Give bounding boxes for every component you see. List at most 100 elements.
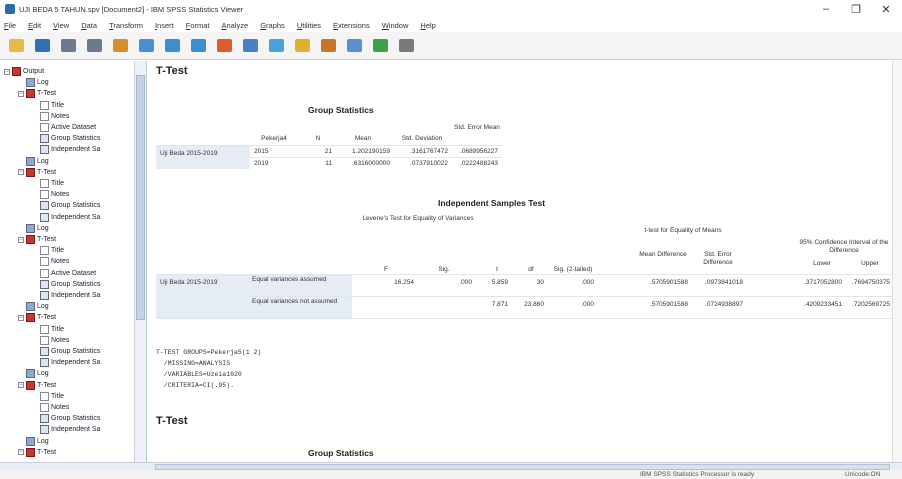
nav-item-output[interactable]: Output (12, 67, 44, 76)
nav-item-notes[interactable]: Notes (40, 335, 69, 345)
spelling-icon[interactable] (344, 36, 364, 56)
levene-header: Levene's Test for Equality of Variances (362, 215, 474, 222)
menu-analyze[interactable]: Analyze (222, 21, 249, 30)
nav-item-notes[interactable]: Notes (40, 257, 69, 267)
nav-item-group-statistics[interactable]: Group Statistics (40, 201, 100, 211)
output-vertical-scrollbar[interactable] (892, 61, 902, 462)
nav-item-title[interactable]: Title (40, 391, 64, 401)
nav-item-log[interactable]: Log (26, 369, 49, 379)
nav-item-title[interactable]: Title (40, 100, 64, 110)
insert-output-icon[interactable] (292, 36, 312, 56)
maximize-button[interactable]: ❐ (842, 0, 870, 18)
nav-item-title[interactable]: Title (40, 179, 64, 188)
nav-item-notes[interactable]: Notes (40, 190, 69, 200)
nav-item-label: T-Test (37, 448, 57, 456)
open-icon[interactable] (6, 36, 26, 56)
redo-icon[interactable] (188, 36, 208, 56)
menu-utilities[interactable]: Utilities (297, 21, 321, 30)
goto-case-icon[interactable] (214, 36, 234, 56)
navigator-scroll-thumb[interactable] (136, 75, 145, 320)
collapse-toggle-icon[interactable]: − (18, 449, 24, 456)
menu-data[interactable]: Data (81, 21, 97, 30)
goto-data-icon[interactable] (136, 36, 156, 56)
menu-insert[interactable]: Insert (155, 21, 174, 30)
nav-item-label: T-Test (37, 236, 57, 243)
collapse-toggle-icon[interactable]: − (4, 68, 10, 75)
nav-item-group-statistics[interactable]: Group Statistics (40, 134, 101, 144)
collapse-toggle-icon[interactable]: − (18, 169, 24, 176)
nav-item-independent-sa[interactable]: Independent Sa (40, 145, 100, 155)
nav-item-t-test[interactable]: T-Test (26, 313, 57, 323)
minimize-button[interactable]: – (812, 0, 840, 18)
log-icon (26, 302, 35, 312)
nav-item-log[interactable]: Log (26, 436, 49, 446)
col-sig-2tailed: Sig. (2-tailed) (553, 266, 593, 273)
horizontal-scrollbar[interactable] (0, 462, 902, 470)
title-bar: UJI BEDA 5 TAHUN.spv [Document2] - IBM S… (0, 0, 902, 18)
goto-variable-icon[interactable] (240, 36, 260, 56)
menu-graphs[interactable]: Graphs (260, 21, 285, 30)
nav-item-title[interactable]: Title (40, 246, 64, 256)
collapse-toggle-icon[interactable]: − (18, 236, 24, 243)
book-icon (26, 447, 35, 457)
navigator-scrollbar[interactable] (134, 61, 146, 470)
nav-item-active-dataset[interactable]: Active Dataset (40, 268, 97, 278)
menu-window[interactable]: Window (382, 21, 409, 30)
page-icon (40, 100, 49, 110)
nav-item-independent-sa[interactable]: Independent Sa (40, 358, 100, 368)
save-icon[interactable] (32, 36, 52, 56)
collapse-toggle-icon[interactable]: − (18, 382, 24, 389)
show-all-icon[interactable] (370, 36, 390, 56)
tbl-icon (40, 425, 49, 435)
collapse-toggle-icon[interactable]: − (18, 90, 24, 97)
nav-item-t-test[interactable]: T-Test (26, 235, 56, 244)
syntax-line-1: T-TEST GROUPS=Pekerja5(1 2) (156, 349, 262, 356)
nav-item-independent-sa[interactable]: Independent Sa (40, 291, 100, 300)
it-r2-stderrdiff: .0724938897 (705, 301, 743, 308)
collapse-icon[interactable] (396, 36, 416, 56)
nav-item-active-dataset[interactable]: Active Dataset (40, 123, 96, 132)
menu-view[interactable]: View (53, 21, 69, 30)
nav-item-log[interactable]: Log (26, 156, 49, 166)
menu-edit[interactable]: Edit (28, 21, 41, 30)
menu-file[interactable]: File (4, 21, 16, 30)
print-preview-icon[interactable] (84, 36, 104, 56)
gs-row-label-shade (156, 145, 250, 169)
nav-item-t-test[interactable]: T-Test (26, 380, 56, 390)
nav-item-log[interactable]: Log (26, 78, 49, 88)
nav-item-t-test[interactable]: T-Test (26, 447, 57, 457)
print-icon[interactable] (58, 36, 78, 56)
nav-item-log[interactable]: Log (26, 223, 49, 233)
nav-item-notes[interactable]: Notes (40, 403, 69, 412)
menu-format[interactable]: Format (186, 21, 210, 30)
menu-extensions[interactable]: Extensions (333, 21, 370, 30)
col-std-err-diff: Std. Error Difference (703, 251, 733, 266)
export-icon[interactable] (110, 36, 130, 56)
undo-icon[interactable] (162, 36, 182, 56)
nav-item-label: Active Dataset (51, 269, 97, 277)
nav-item-log[interactable]: Log (26, 302, 49, 312)
nav-item-label: Group Statistics (51, 135, 101, 143)
group-stats-title-2: Group Statistics (308, 448, 374, 458)
nav-item-group-statistics[interactable]: Group Statistics (40, 347, 100, 356)
designate-window-icon[interactable] (318, 36, 338, 56)
nav-item-group-statistics[interactable]: Group Statistics (40, 414, 100, 424)
nav-item-group-statistics[interactable]: Group Statistics (40, 279, 100, 289)
nav-item-notes[interactable]: Notes (40, 111, 69, 121)
variables-icon[interactable] (266, 36, 286, 56)
nav-item-label: T-Test (37, 314, 57, 322)
menu-transform[interactable]: Transform (109, 21, 143, 30)
nav-item-independent-sa[interactable]: Independent Sa (40, 425, 100, 435)
window-title: UJI BEDA 5 TAHUN.spv [Document2] - IBM S… (19, 4, 244, 14)
nav-item-t-test[interactable]: T-Test (26, 89, 56, 99)
page-icon (40, 246, 49, 256)
collapse-toggle-icon[interactable]: − (18, 314, 24, 321)
menu-help[interactable]: Help (420, 21, 435, 30)
nav-item-label: Group Statistics (51, 348, 101, 355)
book-icon (26, 89, 35, 99)
nav-item-independent-sa[interactable]: Independent Sa (40, 212, 100, 222)
nav-item-label: T-Test (37, 168, 57, 176)
close-button[interactable]: ✕ (872, 0, 900, 18)
nav-item-title[interactable]: Title (40, 324, 64, 334)
nav-item-t-test[interactable]: T-Test (26, 167, 57, 177)
